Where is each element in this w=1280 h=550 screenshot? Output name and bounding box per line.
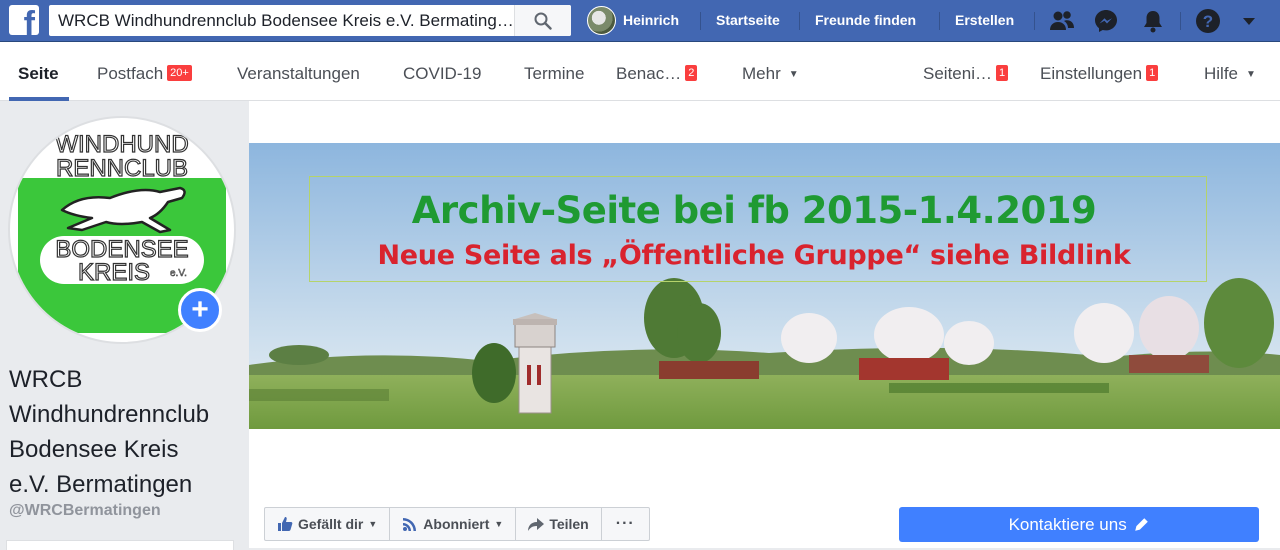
cover-subline: Neue Seite als „Öffentliche Gruppe“ sieh…	[377, 240, 1131, 271]
search-button[interactable]	[514, 5, 571, 36]
tab-seiteninfo[interactable]: Seiteni… 1	[923, 64, 1009, 84]
follow-button[interactable]: Abonniert ▼	[390, 508, 517, 540]
tab-veranstaltungen[interactable]: Veranstaltungen	[237, 64, 360, 84]
messenger-icon[interactable]	[1093, 8, 1119, 34]
tab-einstellungen[interactable]: Einstellungen 1	[1040, 64, 1159, 84]
home-link[interactable]: Startseite	[716, 12, 780, 28]
caret-down-icon: ▼	[788, 69, 799, 80]
search-icon	[534, 12, 552, 30]
page-navigation: Seite Postfach 20+ Veranstaltungen COVID-…	[0, 42, 1280, 101]
more-options-button[interactable]: ···	[602, 508, 649, 540]
tab-seite[interactable]: Seite	[18, 64, 59, 84]
divider	[700, 12, 701, 30]
notifications-count-badge: 2	[685, 65, 698, 81]
share-arrow-icon	[528, 518, 545, 531]
divider	[1180, 12, 1181, 30]
logo-text-kreis: KREIS	[78, 259, 150, 286]
cover-headline: Archiv-Seite bei fb 2015-1.4.2019	[411, 189, 1097, 232]
active-tab-indicator	[9, 97, 69, 101]
divider	[939, 12, 940, 30]
add-profile-photo-button[interactable]: +	[178, 288, 222, 332]
divider	[799, 12, 800, 30]
top-bar: f WRCB Windhundrennclub Bodensee Kreis e…	[0, 0, 1280, 42]
share-label: Teilen	[549, 516, 589, 532]
tab-postfach[interactable]: Postfach 20+	[97, 64, 192, 84]
facebook-logo-icon[interactable]: f	[9, 5, 39, 35]
friend-requests-icon[interactable]	[1049, 8, 1075, 34]
plus-icon: +	[191, 293, 209, 326]
notifications-bell-icon[interactable]	[1140, 8, 1166, 34]
cover-photo[interactable]: Archiv-Seite bei fb 2015-1.4.2019 Neue S…	[249, 143, 1280, 429]
contact-us-button[interactable]: Kontaktiere uns	[899, 507, 1259, 542]
tab-covid-19[interactable]: COVID-19	[403, 64, 481, 84]
left-sidebar-card	[6, 540, 234, 550]
caret-down-icon: ▼	[1246, 69, 1256, 80]
rss-follow-icon	[403, 518, 417, 531]
search-box[interactable]: WRCB Windhundrennclub Bodensee Kreis e.V…	[49, 5, 571, 36]
tab-benachrichtigungen[interactable]: Benac… 2	[616, 64, 698, 84]
divider	[1034, 12, 1035, 30]
page-name-line: Bodensee Kreis	[9, 436, 179, 463]
page-name-line: e.V. Bermatingen	[9, 471, 193, 498]
like-button[interactable]: Gefällt dir ▼	[265, 508, 391, 540]
settings-count-badge: 1	[1146, 65, 1159, 81]
thumbs-up-icon	[278, 517, 293, 531]
more-dots-icon: ···	[615, 515, 635, 532]
logo-text-rennclub: RENNCLUB	[56, 155, 188, 182]
logo-text-ev: e.V.	[170, 268, 187, 279]
page-name-line: WRCB	[9, 366, 83, 393]
pencil-icon	[1135, 518, 1149, 531]
contact-label: Kontaktiere uns	[1008, 515, 1127, 534]
find-friends-link[interactable]: Freunde finden	[815, 12, 916, 28]
caret-down-icon: ▼	[494, 519, 504, 529]
follow-label: Abonniert	[423, 516, 490, 532]
tab-termine[interactable]: Termine	[524, 64, 584, 84]
inbox-count-badge: 20+	[167, 65, 192, 81]
caret-down-icon: ▼	[368, 519, 378, 529]
search-input[interactable]: WRCB Windhundrennclub Bodensee Kreis e.V…	[58, 11, 514, 31]
help-question-icon[interactable]: ?	[1195, 8, 1221, 34]
page-name-line: Windhundrennclub	[9, 401, 210, 428]
page-username[interactable]: @WRCBermatingen	[9, 502, 161, 520]
create-link[interactable]: Erstellen	[955, 12, 1014, 28]
logo-text-windhund: WINDHUND	[55, 131, 188, 158]
svg-text:?: ?	[1203, 12, 1213, 31]
tab-mehr[interactable]: Mehr ▼	[742, 64, 799, 84]
share-button[interactable]: Teilen	[516, 508, 602, 540]
like-label: Gefällt dir	[298, 516, 364, 532]
page-name: WRCB Windhundrennclub Bodensee Kreis e.V…	[9, 362, 234, 502]
page-info-count-badge: 1	[995, 65, 1009, 81]
user-name-link[interactable]: Heinrich	[623, 12, 679, 28]
tab-hilfe[interactable]: Hilfe ▼	[1204, 64, 1256, 84]
account-menu-chevron-down-icon[interactable]	[1241, 13, 1257, 29]
page-action-bar: Gefällt dir ▼ Abonniert ▼ Teilen ···	[264, 507, 650, 541]
user-avatar[interactable]	[587, 6, 616, 35]
